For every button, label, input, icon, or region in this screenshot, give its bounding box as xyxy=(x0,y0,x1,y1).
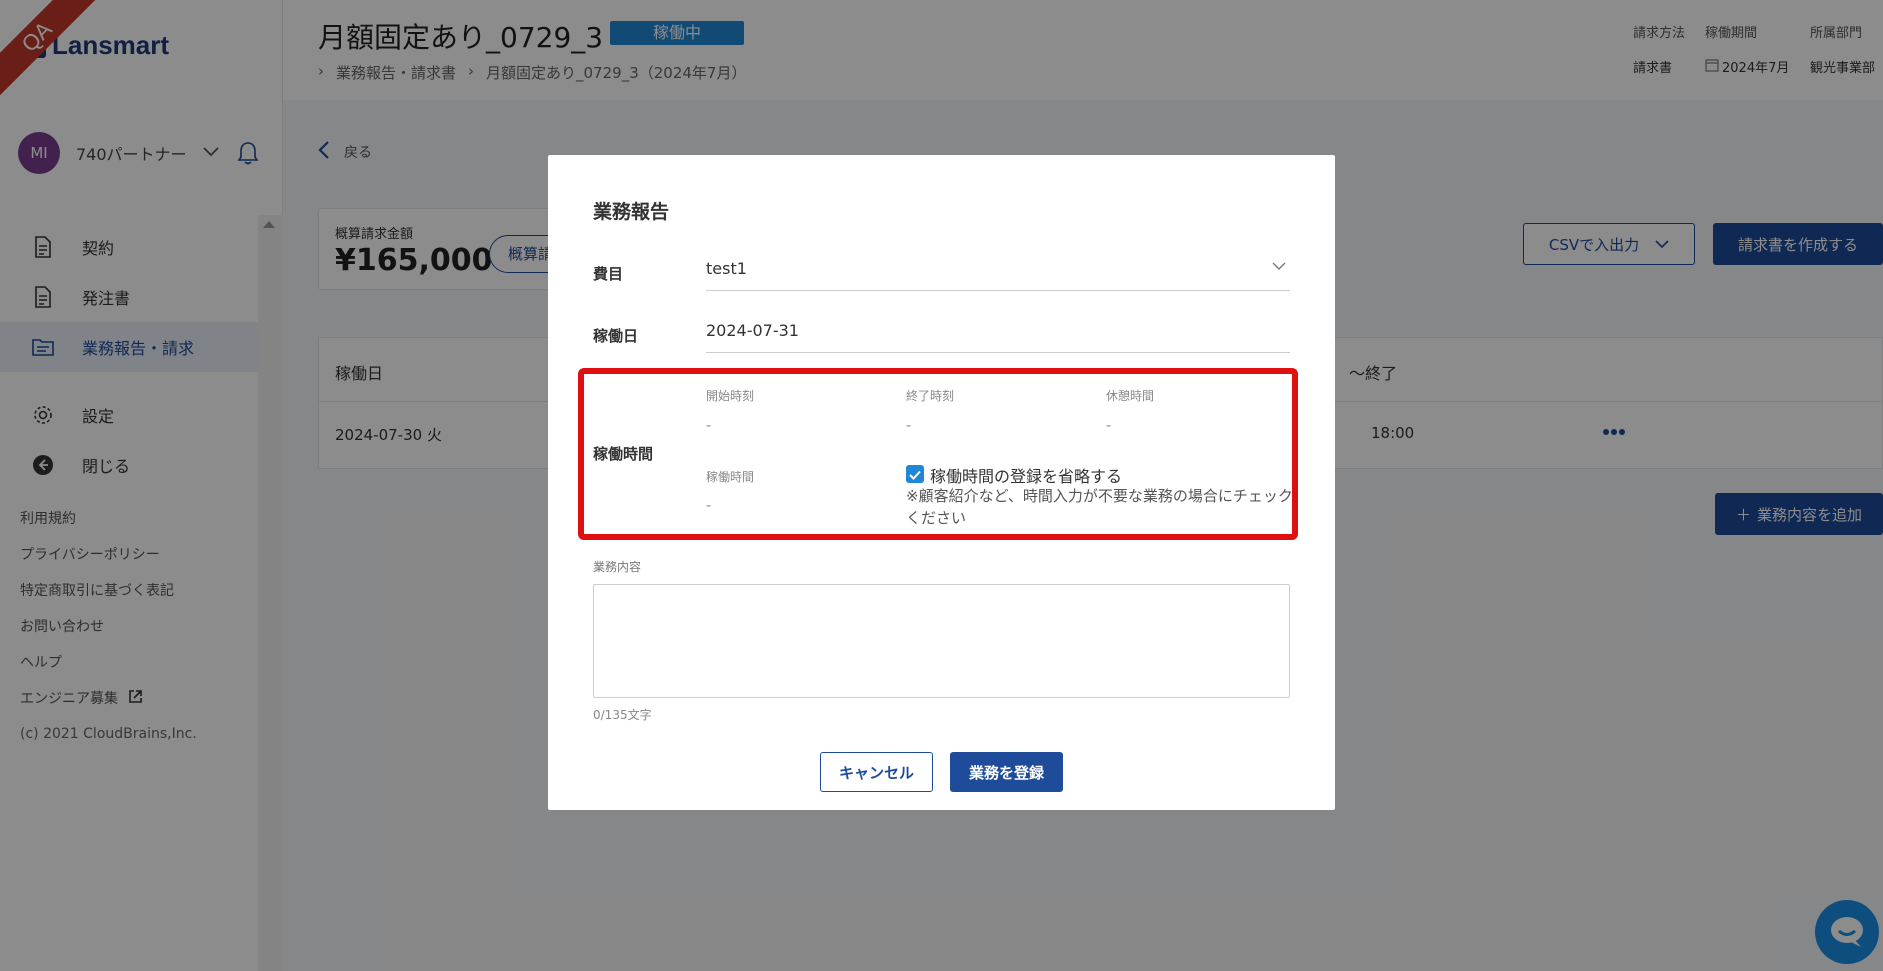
expense-select[interactable]: test1 xyxy=(706,255,1290,291)
work-date-input[interactable]: 2024-07-31 xyxy=(706,317,1290,353)
duration-value: - xyxy=(706,498,712,514)
break-time-input[interactable]: - xyxy=(1106,418,1111,434)
skip-time-checkbox[interactable] xyxy=(906,465,924,483)
description-textarea[interactable] xyxy=(593,584,1290,698)
skip-time-note: ※顧客紹介など、時間入力が不要な業務の場合にチェックください xyxy=(906,487,1293,527)
skip-time-label[interactable]: 稼働時間の登録を省略する xyxy=(930,463,1122,487)
description-label: 業務内容 xyxy=(593,560,642,574)
end-time-label: 終了時刻 xyxy=(906,389,955,403)
chevron-down-icon xyxy=(1272,259,1286,275)
cancel-button[interactable]: キャンセル xyxy=(820,752,933,792)
char-counter: 0/135文字 xyxy=(593,708,652,722)
register-button[interactable]: 業務を登録 xyxy=(950,752,1063,792)
start-time-label: 開始時刻 xyxy=(706,389,755,403)
expense-value: test1 xyxy=(706,259,747,278)
date-label: 稼働日 xyxy=(593,327,639,345)
duration-label: 稼働時間 xyxy=(706,470,755,484)
break-time-label: 休憩時間 xyxy=(1106,389,1155,403)
start-time-input[interactable]: - xyxy=(706,418,711,434)
work-report-dialog: 業務報告 費目 test1 稼働日 2024-07-31 稼働時間 開始時刻 -… xyxy=(548,155,1335,810)
end-time-input[interactable]: - xyxy=(906,418,911,434)
dialog-title: 業務報告 xyxy=(593,201,670,223)
check-icon xyxy=(909,465,921,484)
work-time-label: 稼働時間 xyxy=(593,445,654,463)
expense-label: 費目 xyxy=(593,265,624,283)
